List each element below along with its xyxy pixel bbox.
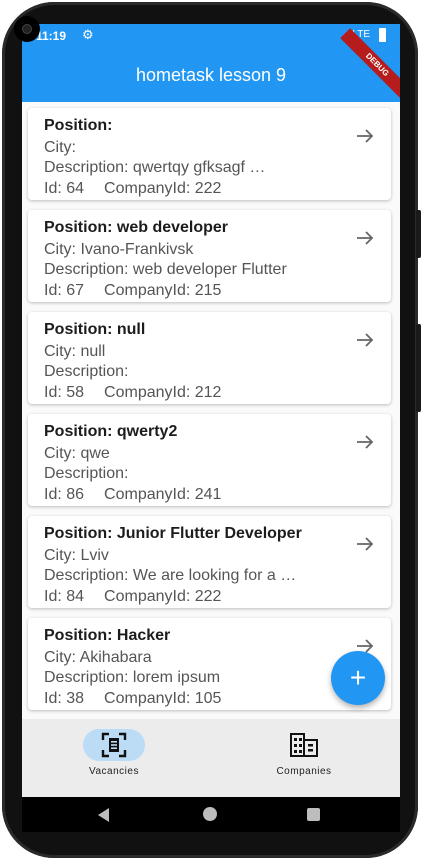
vacancy-city: City: Akihabara (44, 649, 152, 666)
back-icon[interactable] (98, 808, 109, 822)
app-bar: hometask lesson 9 DEBUG (22, 28, 400, 102)
document-scan-icon (101, 732, 127, 758)
vacancy-ids: Id: 84 CompanyId: 222 (44, 588, 221, 606)
vacancy-description: Description: We are looking for a … (44, 567, 297, 584)
vacancy-ids: Id: 38 CompanyId: 105 (44, 690, 221, 708)
recent-apps-icon[interactable] (307, 808, 320, 821)
vacancy-id: Id: 64 (44, 180, 85, 197)
vacancy-description: Description: (44, 465, 129, 482)
vacancy-description: Description: lorem ipsum (44, 669, 221, 686)
nav-item-companies[interactable]: Companies (244, 729, 364, 777)
vacancy-company-id: CompanyId: 222 (104, 180, 222, 197)
nav-indicator (273, 729, 335, 761)
home-icon[interactable] (203, 807, 217, 821)
vacancy-ids: Id: 86 CompanyId: 241 (44, 486, 221, 504)
vacancy-company-id: CompanyId: 105 (104, 690, 222, 707)
arrow-forward-icon[interactable] (355, 534, 375, 554)
vacancy-city: City: null (44, 343, 106, 360)
vacancy-id: Id: 67 (44, 282, 85, 299)
vacancy-city: City: qwe (44, 445, 110, 462)
arrow-forward-icon[interactable] (355, 330, 375, 350)
vacancy-company-id: CompanyId: 222 (104, 588, 222, 605)
volume-button (416, 210, 421, 258)
vacancy-position: Position: Hacker (44, 627, 171, 644)
vacancy-position: Position: web developer (44, 219, 229, 236)
vacancy-ids: Id: 64 CompanyId: 222 (44, 180, 221, 198)
arrow-forward-icon[interactable] (355, 432, 375, 452)
phone-frame: 11:19 ⚙ LTE hometask lesson 9 DEBUG Posi… (2, 2, 421, 858)
vacancy-description: Description: (44, 363, 129, 380)
vacancy-description: Description: qwertqy gfksagf … (44, 159, 266, 176)
vacancy-position: Position: qwerty2 (44, 423, 178, 440)
vacancy-id: Id: 38 (44, 690, 85, 707)
vacancy-id: Id: 86 (44, 486, 85, 503)
building-icon (290, 733, 318, 757)
gear-icon: ⚙ (82, 27, 94, 42)
app-title: hometask lesson 9 (135, 65, 287, 85)
nav-label-companies: Companies (276, 766, 332, 777)
screen: 11:19 ⚙ LTE hometask lesson 9 DEBUG Posi… (22, 24, 400, 832)
vacancy-card[interactable]: Position: Junior Flutter Developer City:… (28, 516, 391, 608)
nav-indicator (83, 729, 145, 761)
arrow-forward-icon[interactable] (355, 228, 375, 248)
vacancy-card[interactable]: Position: web developer City: Ivano-Fran… (28, 210, 391, 302)
bottom-navigation: Vacancies Companies (22, 719, 400, 797)
add-vacancy-button[interactable]: + (331, 651, 385, 705)
vacancy-ids: Id: 67 CompanyId: 215 (44, 282, 221, 300)
vacancy-description: Description: web developer Flutter (44, 261, 287, 278)
vacancy-position: Position: null (44, 321, 146, 338)
battery-icon (379, 28, 386, 42)
vacancy-city: City: Lviv (44, 547, 109, 564)
arrow-forward-icon[interactable] (355, 126, 375, 146)
vacancy-list[interactable]: Position: City: Description: qwertqy gfk… (22, 102, 400, 719)
system-navigation-bar (22, 797, 400, 832)
vacancy-card[interactable]: Position: City: Description: qwertqy gfk… (28, 108, 391, 200)
vacancy-position: Position: Junior Flutter Developer (44, 525, 302, 542)
vacancy-card[interactable]: Position: null City: null Description: I… (28, 312, 391, 404)
vacancy-id: Id: 84 (44, 588, 85, 605)
camera-icon (14, 16, 40, 42)
nav-label-vacancies: Vacancies (89, 766, 139, 777)
vacancy-position: Position: (44, 117, 113, 134)
vacancy-city: City: (44, 139, 76, 156)
status-time: 11:19 (36, 29, 67, 43)
vacancy-card[interactable]: Position: qwerty2 City: qwe Description:… (28, 414, 391, 506)
vacancy-company-id: CompanyId: 215 (104, 282, 222, 299)
vacancy-city: City: Ivano-Frankivsk (44, 241, 194, 258)
plus-icon: + (349, 662, 367, 693)
vacancy-id: Id: 58 (44, 384, 85, 401)
vacancy-company-id: CompanyId: 212 (104, 384, 222, 401)
vacancy-company-id: CompanyId: 241 (104, 486, 222, 503)
nav-item-vacancies[interactable]: Vacancies (54, 729, 174, 777)
power-button (416, 324, 421, 412)
vacancy-ids: Id: 58 CompanyId: 212 (44, 384, 221, 402)
